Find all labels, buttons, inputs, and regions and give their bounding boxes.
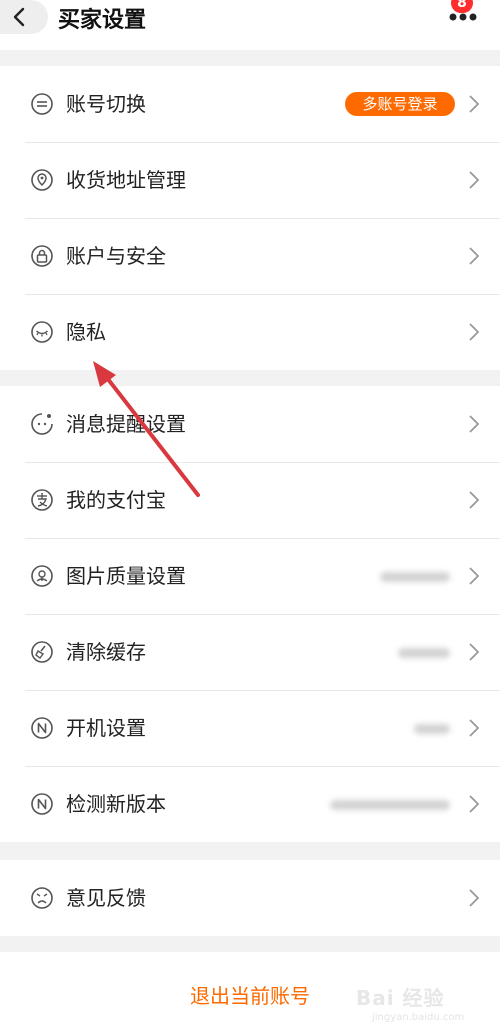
chevron-right-icon	[469, 323, 480, 341]
watermark-domain: jingyan.baidu.com	[372, 1012, 465, 1023]
row-startup-settings[interactable]: 开机设置	[0, 690, 500, 766]
chevron-right-icon	[469, 719, 480, 737]
version-n-icon	[31, 793, 53, 815]
chevron-right-icon	[469, 247, 480, 265]
alipay-icon	[31, 489, 53, 511]
startup-n-icon	[31, 717, 53, 739]
settings-group-account: 账号切换 多账号登录 收货地址管理 账户与安全 隐私	[0, 66, 500, 370]
chevron-right-icon	[469, 795, 480, 813]
row-label: 收货地址管理	[66, 168, 186, 192]
settings-group-feedback: 意见反馈	[0, 860, 500, 936]
row-label: 清除缓存	[66, 640, 146, 664]
page-title: 买家设置	[58, 8, 147, 33]
row-privacy[interactable]: 隐私	[0, 294, 500, 370]
row-label: 意见反馈	[66, 886, 146, 910]
row-check-version[interactable]: 检测新版本	[0, 766, 500, 842]
broom-icon	[31, 641, 53, 663]
row-alipay[interactable]: 我的支付宝	[0, 462, 500, 538]
feedback-face-icon	[31, 887, 53, 909]
row-label: 检测新版本	[66, 792, 166, 816]
image-quality-icon	[31, 565, 53, 587]
row-label: 图片质量设置	[66, 564, 186, 588]
message-bell-icon	[31, 413, 53, 435]
chevron-right-icon	[469, 95, 480, 113]
watermark-logo: Bai 经验	[356, 986, 445, 1010]
more-dots-icon[interactable]	[448, 12, 478, 22]
blurred-value	[398, 648, 450, 658]
row-image-quality[interactable]: 图片质量设置	[0, 538, 500, 614]
top-bar: 买家设置 8	[0, 0, 500, 50]
multi-account-tag: 多账号登录	[345, 92, 455, 116]
blurred-value	[414, 724, 450, 734]
row-account-security[interactable]: 账户与安全	[0, 218, 500, 294]
account-switch-icon	[31, 93, 53, 115]
blurred-value	[380, 572, 450, 582]
chevron-right-icon	[469, 567, 480, 585]
chevron-right-icon	[469, 415, 480, 433]
chevron-right-icon	[469, 643, 480, 661]
row-label: 我的支付宝	[66, 488, 166, 512]
chevron-right-icon	[469, 171, 480, 189]
location-pin-icon	[31, 169, 53, 191]
row-account-switch[interactable]: 账号切换 多账号登录	[0, 66, 500, 142]
lock-icon	[31, 245, 53, 267]
row-label: 开机设置	[66, 716, 146, 740]
blurred-value	[330, 800, 450, 810]
chevron-right-icon	[469, 491, 480, 509]
back-chevron-icon	[13, 7, 25, 27]
row-feedback[interactable]: 意见反馈	[0, 860, 500, 936]
row-message-notification[interactable]: 消息提醒设置	[0, 386, 500, 462]
eye-closed-icon	[31, 321, 53, 343]
row-label: 隐私	[66, 320, 106, 344]
chevron-right-icon	[469, 889, 480, 907]
row-label: 消息提醒设置	[66, 412, 186, 436]
row-label: 账号切换	[66, 92, 146, 116]
row-address-management[interactable]: 收货地址管理	[0, 142, 500, 218]
back-button[interactable]	[0, 0, 48, 34]
row-label: 账户与安全	[66, 244, 166, 268]
settings-group-general: 消息提醒设置 我的支付宝 图片质量设置 清除缓存 开机设置 检测新版本	[0, 386, 500, 842]
row-clear-cache[interactable]: 清除缓存	[0, 614, 500, 690]
